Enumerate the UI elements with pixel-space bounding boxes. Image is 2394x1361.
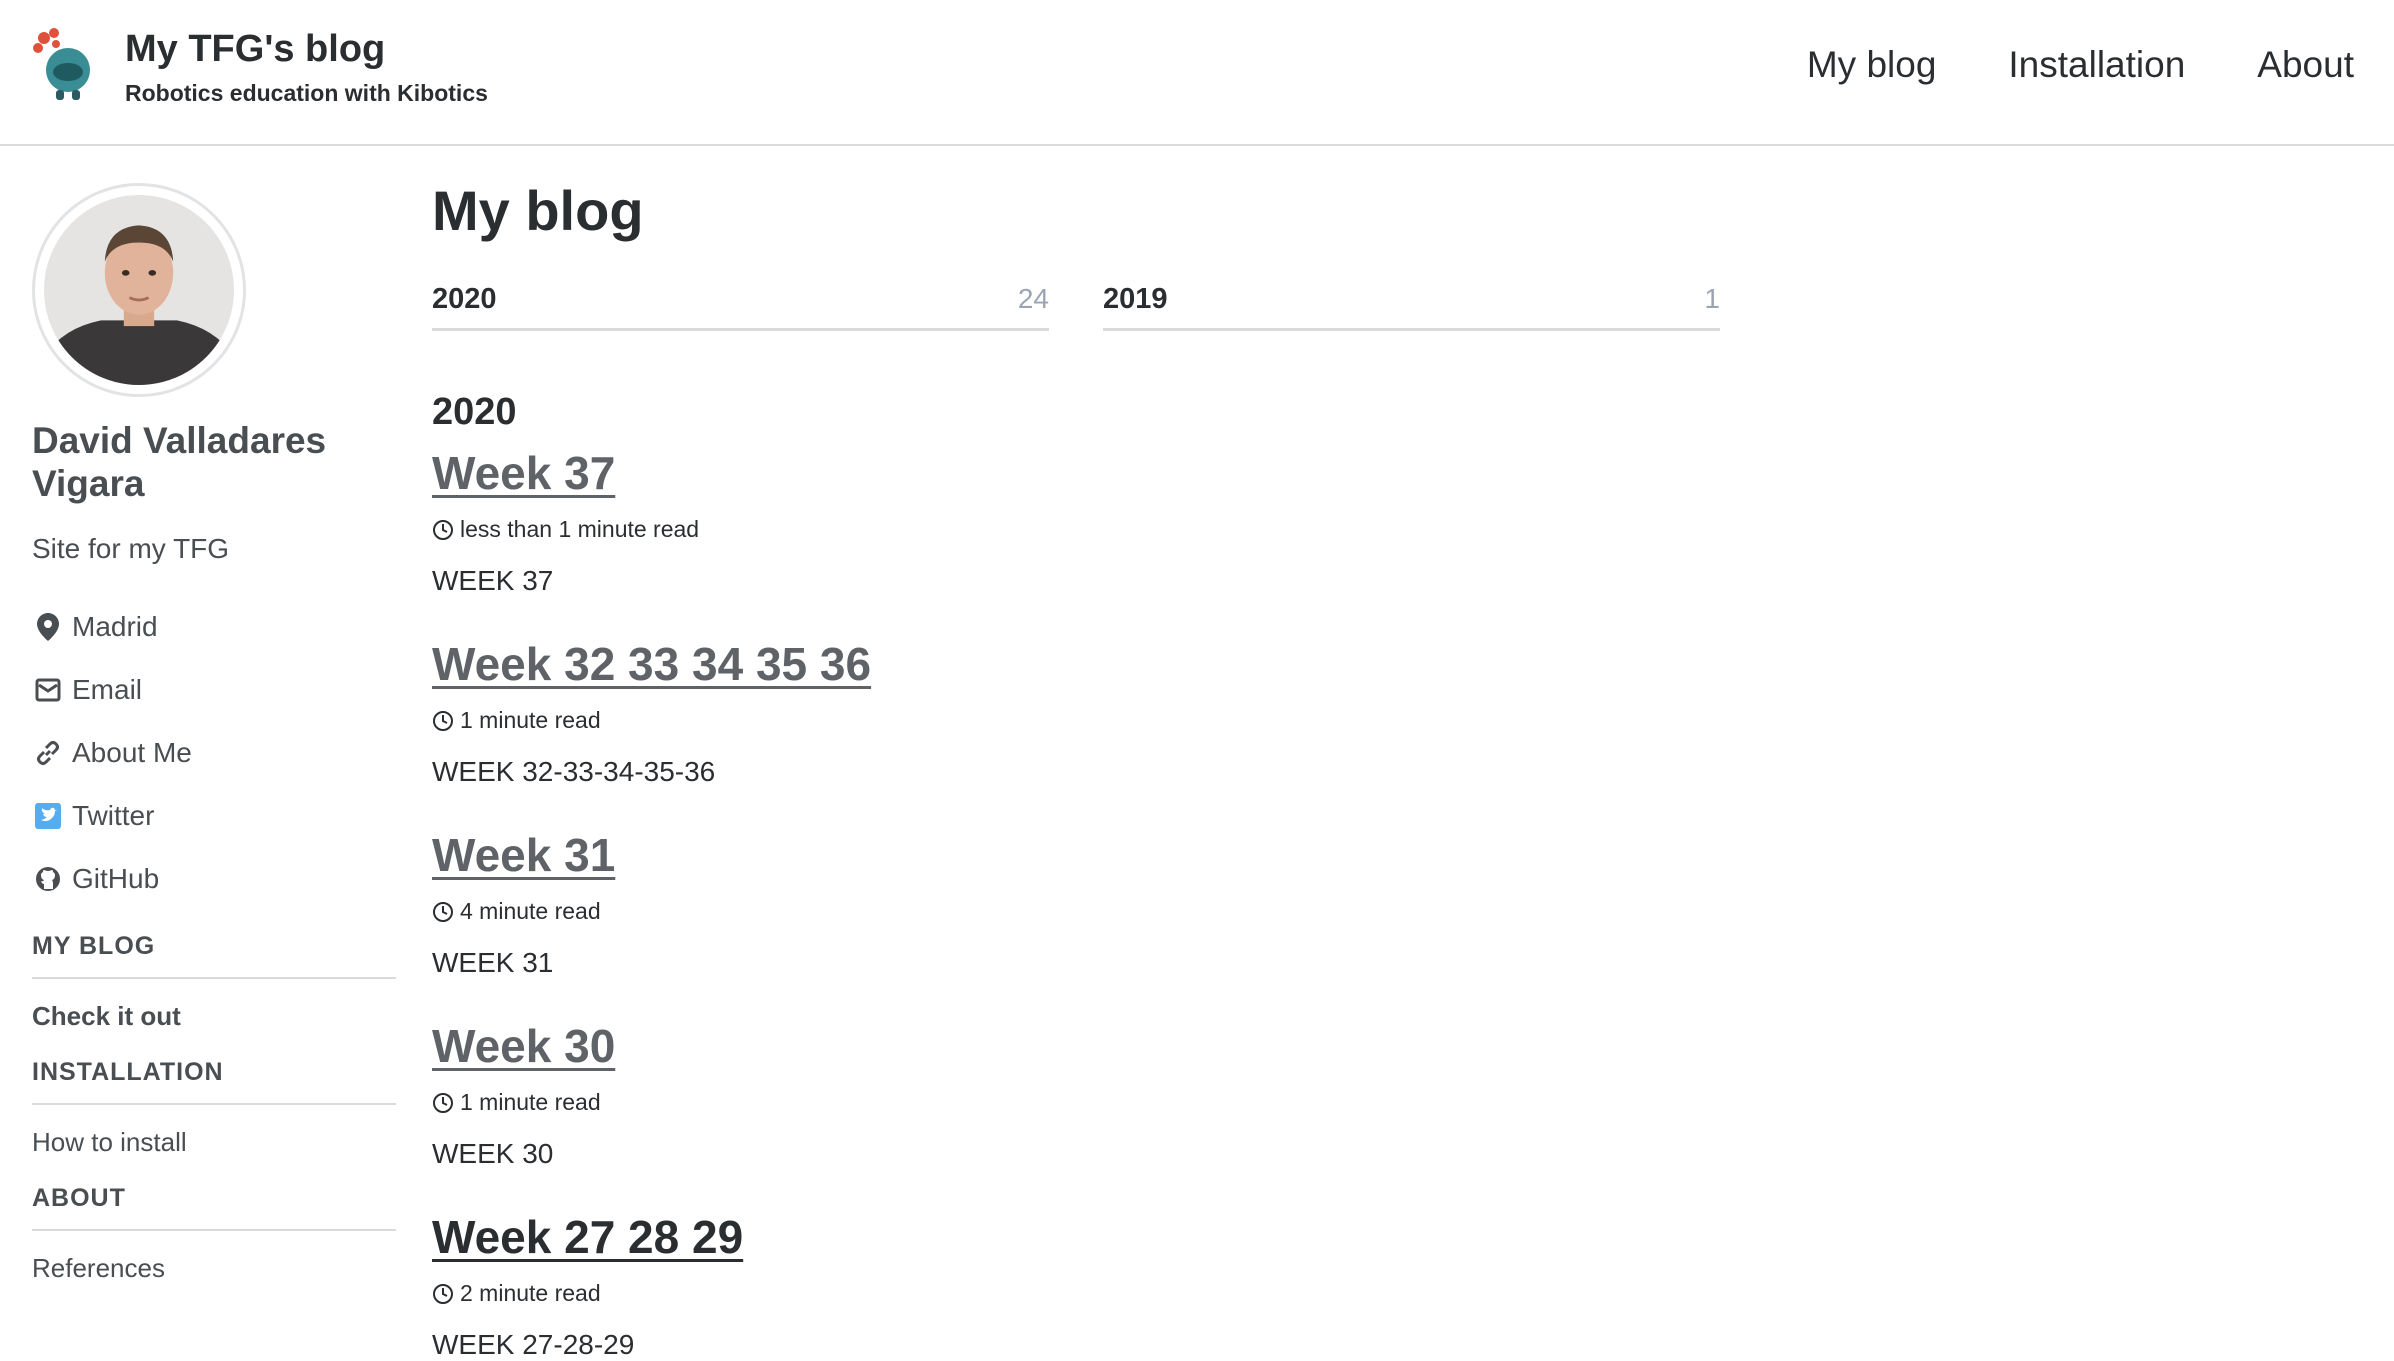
author-link-twitter[interactable]: Twitter bbox=[32, 784, 396, 847]
author-bio: Site for my TFG bbox=[32, 533, 230, 564]
year-count: 1 bbox=[1704, 283, 1720, 314]
map-marker-icon bbox=[32, 611, 64, 643]
author-link-label: Email bbox=[72, 673, 143, 705]
sidebar-nav-title-my-blog: MY BLOG bbox=[32, 932, 396, 979]
post-excerpt: WEEK 31 bbox=[432, 947, 554, 978]
github-icon bbox=[32, 863, 64, 895]
post-excerpt: WEEK 32-33-34-35-36 bbox=[432, 756, 716, 787]
site-title[interactable]: My TFG's blog bbox=[125, 28, 385, 71]
sidebar-item-how-to-install[interactable]: How to install bbox=[32, 1105, 396, 1162]
year-label: 2019 bbox=[1103, 283, 1168, 315]
author-link-location[interactable]: Madrid bbox=[32, 595, 396, 658]
sidebar-item-check-it-out[interactable]: Check it out bbox=[32, 979, 396, 1036]
page-title: My blog bbox=[432, 179, 644, 242]
post-read-time-text: 1 minute read bbox=[460, 707, 601, 733]
sidebar: David Valladares Vigara Site for my TFG … bbox=[32, 183, 396, 1288]
post-title-link[interactable]: Week 31 bbox=[432, 828, 615, 882]
author-link-label: Twitter bbox=[72, 799, 155, 831]
post-excerpt: WEEK 27-28-29 bbox=[432, 1329, 635, 1360]
clock-icon bbox=[432, 1092, 454, 1114]
clock-icon bbox=[432, 901, 454, 923]
sidebar-nav-title-about: ABOUT bbox=[32, 1184, 396, 1231]
post-item: Week 27 28 29 2 minute read WEEK 27-28-2… bbox=[432, 1210, 1732, 1361]
post-read-time-text: 4 minute read bbox=[460, 898, 601, 924]
year-count: 24 bbox=[1017, 283, 1049, 314]
post-item: Week 32 33 34 35 36 1 minute read WEEK 3… bbox=[432, 637, 1732, 788]
author-link-email[interactable]: Email bbox=[32, 658, 396, 721]
year-heading: 2020 bbox=[432, 391, 517, 433]
avatar bbox=[32, 183, 246, 397]
post-read-time: 1 minute read bbox=[432, 1089, 1732, 1116]
sidebar-nav-title-installation: INSTALLATION bbox=[32, 1058, 396, 1105]
sidebar-item-references[interactable]: References bbox=[32, 1231, 396, 1288]
post-read-time: 1 minute read bbox=[432, 707, 1732, 734]
post-title-link[interactable]: Week 27 28 29 bbox=[432, 1210, 743, 1264]
author-link-label: GitHub bbox=[72, 862, 160, 894]
nav-link-my-blog[interactable]: My blog bbox=[1807, 44, 1937, 86]
post-title-link[interactable]: Week 32 33 34 35 36 bbox=[432, 637, 871, 691]
post-read-time-text: 1 minute read bbox=[460, 1089, 601, 1115]
year-index: 2020 24 2019 1 bbox=[432, 283, 1732, 331]
post-read-time: 2 minute read bbox=[432, 1280, 1732, 1307]
masthead: My TFG's blog Robotics education with Ki… bbox=[0, 0, 2394, 146]
author-name: David Valladares Vigara bbox=[32, 420, 327, 504]
post-read-time: 4 minute read bbox=[432, 898, 1732, 925]
post-read-time-text: less than 1 minute read bbox=[460, 516, 700, 542]
post-title-link[interactable]: Week 30 bbox=[432, 1019, 615, 1073]
author-link-label: About Me bbox=[72, 736, 192, 768]
post-excerpt: WEEK 30 bbox=[432, 1138, 554, 1169]
post-title-link[interactable]: Week 37 bbox=[432, 446, 615, 500]
nav-link-about[interactable]: About bbox=[2257, 44, 2354, 86]
envelope-icon bbox=[32, 674, 64, 706]
author-link-github[interactable]: GitHub bbox=[32, 847, 396, 910]
clock-icon bbox=[432, 1283, 454, 1305]
site-subtitle: Robotics education with Kibotics bbox=[125, 80, 488, 106]
post-item: Week 37 less than 1 minute read WEEK 37 bbox=[432, 446, 1732, 597]
nav-link-installation[interactable]: Installation bbox=[2008, 44, 2185, 86]
robot-logo-icon[interactable] bbox=[30, 24, 102, 104]
post-excerpt: WEEK 37 bbox=[432, 565, 554, 596]
author-links: Madrid Email About Me Twitter GitHub bbox=[32, 595, 396, 910]
link-icon bbox=[32, 737, 64, 769]
post-item: Week 30 1 minute read WEEK 30 bbox=[432, 1019, 1732, 1170]
year-label: 2020 bbox=[432, 283, 497, 315]
avatar-photo bbox=[44, 195, 234, 385]
sidebar-nav: MY BLOG Check it out INSTALLATION How to… bbox=[32, 932, 396, 1288]
post-read-time: less than 1 minute read bbox=[432, 516, 1732, 543]
clock-icon bbox=[432, 710, 454, 732]
main-content: My blog 2020 24 2019 1 2020 Week 37 less… bbox=[432, 178, 1732, 1361]
author-link-about-me[interactable]: About Me bbox=[32, 721, 396, 784]
author-link-label: Madrid bbox=[72, 610, 158, 642]
year-link-2020[interactable]: 2020 24 bbox=[432, 283, 1049, 331]
twitter-icon bbox=[32, 800, 64, 832]
post-read-time-text: 2 minute read bbox=[460, 1280, 601, 1306]
clock-icon bbox=[432, 519, 454, 541]
post-item: Week 31 4 minute read WEEK 31 bbox=[432, 828, 1732, 979]
year-link-2019[interactable]: 2019 1 bbox=[1103, 283, 1720, 331]
top-navigation: My blog Installation About bbox=[1807, 44, 2354, 86]
